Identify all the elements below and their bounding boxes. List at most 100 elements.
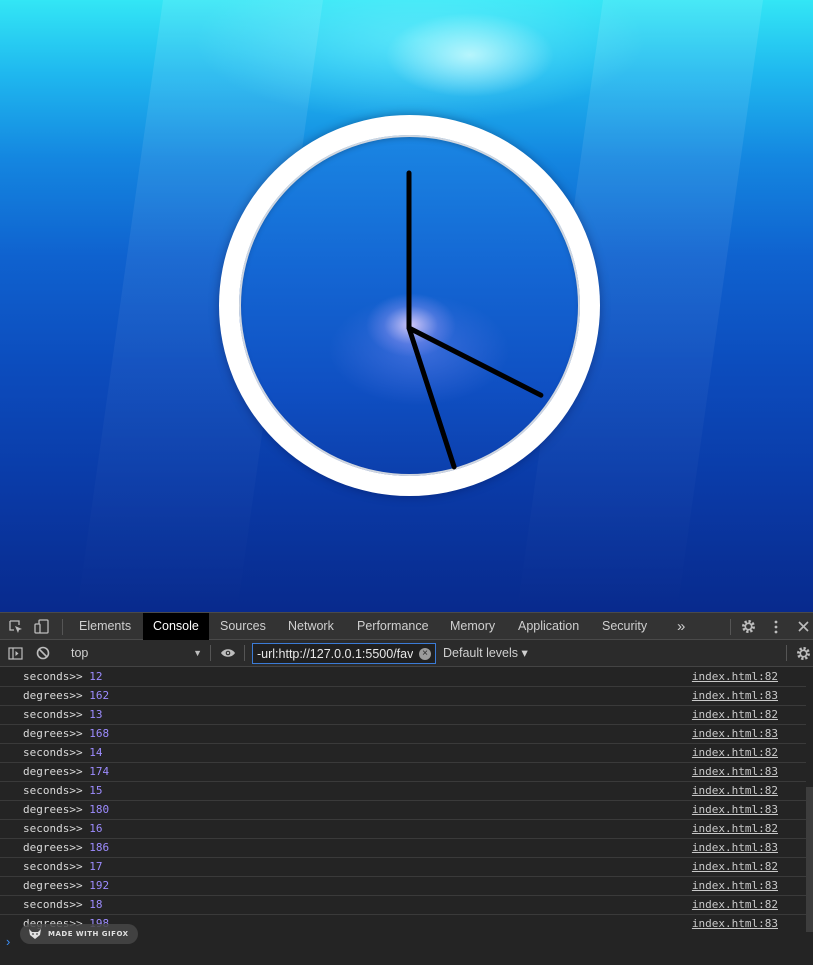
log-text: seconds>> [23,784,83,797]
log-text: seconds>> [23,822,83,835]
log-source-link[interactable]: index.html:82 [692,896,778,914]
log-value: 16 [89,822,103,835]
log-value: 15 [89,784,103,797]
dropdown-arrow-icon: ▼ [193,648,202,658]
live-expression-eye-icon[interactable] [217,640,239,666]
log-source-link[interactable]: index.html:83 [692,725,778,743]
inspect-element-icon[interactable] [6,613,26,640]
log-text: degrees>> [23,879,83,892]
log-message: seconds>> 17 [23,858,102,876]
log-message: degrees>> 168 [23,725,109,743]
devtools-panel: Elements Console Sources Network Perform… [0,612,813,965]
more-options-icon[interactable] [767,613,785,640]
log-message: degrees>> 162 [23,687,109,705]
toolbar-divider [786,645,787,661]
tab-application[interactable]: Application [508,613,589,640]
log-source-link[interactable]: index.html:82 [692,668,778,686]
tab-network[interactable]: Network [278,613,344,640]
tabbar-divider [730,619,731,635]
tab-elements[interactable]: Elements [69,613,141,640]
analog-clock [219,115,600,496]
log-value: 13 [89,708,103,721]
log-value: 162 [89,689,110,702]
log-value: 186 [89,841,110,854]
log-message: seconds>> 15 [23,782,102,800]
log-value: 14 [89,746,103,759]
tab-memory[interactable]: Memory [440,613,505,640]
log-text: degrees>> [23,727,83,740]
log-message: seconds>> 13 [23,706,102,724]
console-log-row: degrees>> 192 index.html:83 [0,877,806,896]
clock-face [239,135,580,476]
console-log-row: seconds>> 14 index.html:82 [0,744,806,763]
log-value: 18 [89,898,103,911]
log-message: degrees>> 174 [23,763,109,781]
log-value: 192 [89,879,110,892]
device-toolbar-icon[interactable] [31,613,53,640]
console-log-row: seconds>> 18 index.html:82 [0,896,806,915]
log-source-link[interactable]: index.html:82 [692,744,778,762]
log-text: degrees>> [23,689,83,702]
log-text: seconds>> [23,898,83,911]
console-filter-input[interactable] [252,643,436,664]
log-value: 174 [89,765,110,778]
console-log-row: seconds>> 15 index.html:82 [0,782,806,801]
log-message: degrees>> 180 [23,801,109,819]
log-message: seconds>> 14 [23,744,102,762]
context-selector-value: top [71,646,89,660]
console-scrollbar[interactable] [806,787,813,932]
log-source-link[interactable]: index.html:83 [692,839,778,857]
console-log-row: seconds>> 12 index.html:82 [0,668,806,687]
log-source-link[interactable]: index.html:82 [692,706,778,724]
log-text: seconds>> [23,670,83,683]
log-message: seconds>> 12 [23,668,102,686]
log-text: degrees>> [23,803,83,816]
log-value: 168 [89,727,110,740]
log-text: seconds>> [23,860,83,873]
log-value: 180 [89,803,110,816]
toolbar-divider [244,645,245,661]
log-text: seconds>> [23,746,83,759]
settings-gear-icon[interactable] [738,613,758,640]
show-sidebar-icon[interactable] [5,640,25,666]
console-settings-gear-icon[interactable] [794,640,812,666]
log-source-link[interactable]: index.html:82 [692,858,778,876]
clock-hands [406,170,544,470]
log-text: degrees>> [23,841,83,854]
devtools-tabbar: Elements Console Sources Network Perform… [0,612,813,640]
log-text: seconds>> [23,708,83,721]
log-source-link[interactable]: index.html:83 [692,687,778,705]
console-log-row: seconds>> 13 index.html:82 [0,706,806,725]
console-log-row: degrees>> 174 index.html:83 [0,763,806,782]
page-viewport [0,0,813,612]
log-value: 17 [89,860,103,873]
log-source-link[interactable]: index.html:83 [692,801,778,819]
more-tabs-button[interactable]: » [667,613,695,640]
tab-security[interactable]: Security [592,613,657,640]
log-levels-dropdown[interactable]: Default levels ▾ [443,640,528,666]
tab-performance[interactable]: Performance [347,613,439,640]
log-source-link[interactable]: index.html:82 [692,782,778,800]
console-log-row: degrees>> 162 index.html:83 [0,687,806,706]
console-log-row: degrees>> 180 index.html:83 [0,801,806,820]
watermark-label: MADE WITH GIFOX [48,930,129,938]
log-source-link[interactable]: index.html:83 [692,915,778,932]
toolbar-divider [210,645,211,661]
log-source-link[interactable]: index.html:82 [692,820,778,838]
log-message: seconds>> 18 [23,896,102,914]
tab-console[interactable]: Console [143,613,209,640]
log-source-link[interactable]: index.html:83 [692,763,778,781]
tab-sources[interactable]: Sources [210,613,276,640]
close-devtools-icon[interactable] [794,613,812,640]
console-toolbar: top ▼ × Default levels ▾ [0,640,813,667]
console-log-row: degrees>> 186 index.html:83 [0,839,806,858]
context-selector[interactable]: top ▼ [62,640,208,666]
tabbar-divider [62,619,63,635]
clear-filter-icon[interactable]: × [419,648,431,660]
clear-console-icon[interactable] [33,640,53,666]
console-log: seconds>> 12 index.html:82 degrees>> 162 in… [0,668,806,932]
log-source-link[interactable]: index.html:83 [692,877,778,895]
console-log-row: seconds>> 17 index.html:82 [0,858,806,877]
console-log-row: degrees>> 168 index.html:83 [0,725,806,744]
gifox-watermark: MADE WITH GIFOX [20,924,138,944]
